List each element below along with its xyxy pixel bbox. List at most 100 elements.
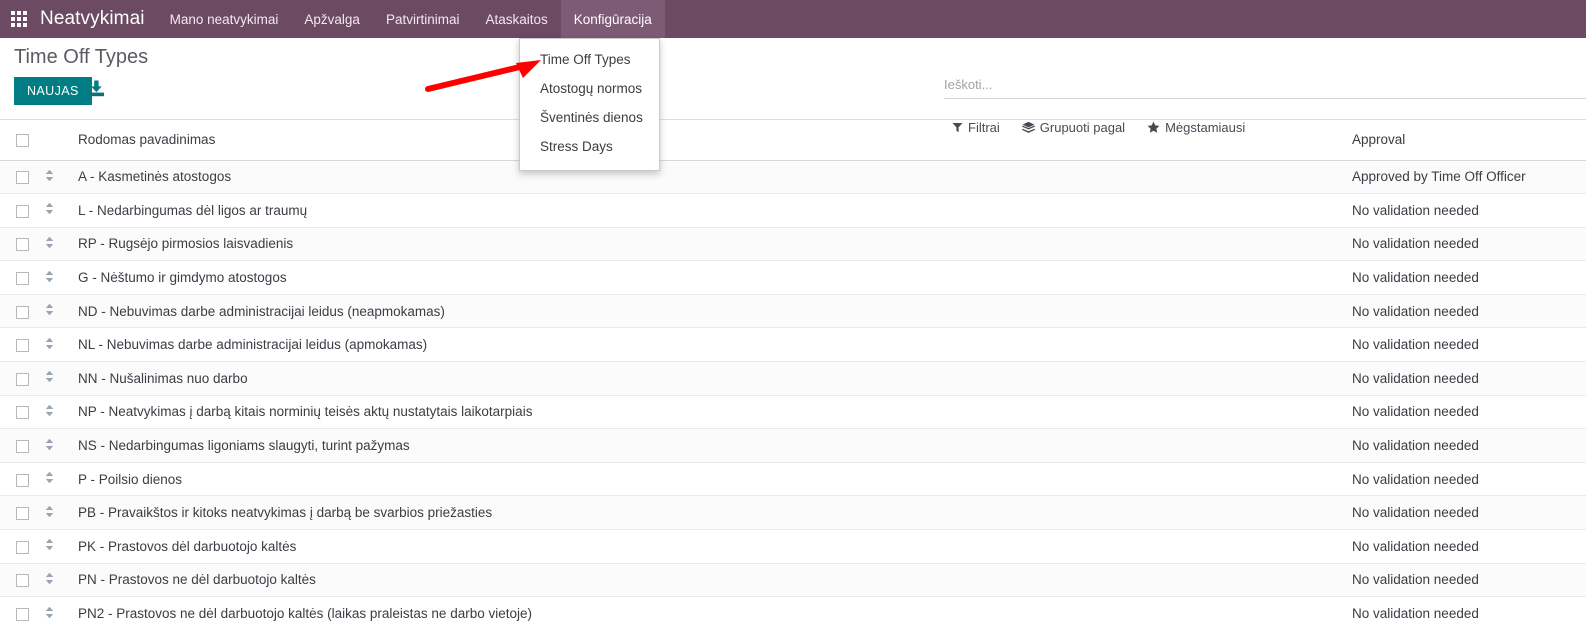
row-checkbox[interactable] — [16, 574, 29, 588]
row-approval-cell: No validation needed — [1352, 438, 1479, 454]
row-name-cell: L - Nedarbingumas dėl ligos ar traumų — [78, 202, 308, 218]
nav-item-reporting[interactable]: Ataskaitos — [472, 0, 560, 38]
new-record-button[interactable]: NAUJAS — [14, 77, 92, 105]
drag-handle-icon[interactable] — [44, 572, 55, 585]
row-approval-cell: No validation needed — [1352, 337, 1479, 353]
drag-handle-icon[interactable] — [44, 538, 55, 551]
row-name-cell: PK - Prastovos dėl darbuotojo kaltės — [78, 538, 297, 554]
row-approval-cell: No validation needed — [1352, 606, 1479, 622]
row-approval-cell: No validation needed — [1352, 303, 1479, 319]
row-checkbox[interactable] — [16, 238, 29, 252]
table-row[interactable]: NN - Nušalinimas nuo darbo No validation … — [0, 361, 1586, 396]
row-select-cell — [0, 261, 44, 295]
drag-handle-icon[interactable] — [44, 169, 55, 182]
table-row[interactable]: P - Poilsio dienos No validation needed — [0, 462, 1586, 496]
table-row[interactable]: PB - Pravaikštos ir kitoks neatvykimas į… — [0, 495, 1586, 530]
app-brand-title[interactable]: Neatvykimai — [38, 0, 157, 38]
row-checkbox[interactable] — [16, 473, 29, 487]
page-title: Time Off Types — [14, 46, 149, 68]
row-name-cell: PN - Prastovos ne dėl darbuotojo kaltės — [78, 572, 316, 588]
drag-handle-icon[interactable] — [44, 270, 55, 283]
row-approval-cell: No validation needed — [1352, 236, 1479, 252]
records-table: Rodomas pavadinimas Approval A - Kasmeti… — [0, 120, 1586, 623]
drag-handle-icon[interactable] — [44, 606, 55, 619]
table-row[interactable]: A - Kasmetinės atostogos Approved by Time… — [0, 160, 1586, 194]
row-approval-cell: No validation needed — [1352, 538, 1479, 554]
drag-handle-icon[interactable] — [44, 202, 55, 215]
table-head: Rodomas pavadinimas Approval — [0, 120, 1586, 160]
table-row[interactable]: RP - Rugsėjo pirmosios laisvadienis No va… — [0, 227, 1586, 261]
drag-handle-icon[interactable] — [44, 505, 55, 518]
row-drag-handle-cell — [44, 261, 72, 295]
menu-item-time-off-types[interactable]: Time Off Types — [520, 46, 659, 75]
menu-item-public-holidays[interactable]: Šventinės dienos — [520, 104, 659, 133]
row-name-cell: P - Poilsio dienos — [78, 471, 183, 487]
nav-item-my-time-off[interactable]: Mano neatvykimai — [157, 0, 292, 38]
row-drag-handle-cell — [44, 462, 72, 496]
row-checkbox[interactable] — [16, 540, 29, 554]
row-select-cell — [0, 294, 44, 328]
nav-item-overview[interactable]: Apžvalga — [291, 0, 373, 38]
row-drag-handle-cell — [44, 362, 72, 396]
row-approval-cell: No validation needed — [1352, 202, 1479, 218]
table-row[interactable]: PK - Prastovos dėl darbuotojo kaltės No v… — [0, 530, 1586, 564]
nav-item-configuration[interactable]: Konfigūracija — [560, 0, 665, 38]
select-all-checkbox[interactable] — [16, 134, 29, 148]
row-checkbox[interactable] — [16, 171, 29, 185]
row-approval-cell: No validation needed — [1352, 404, 1479, 420]
handle-header — [44, 120, 72, 160]
row-name-cell: ND - Nebuvimas darbe administracijai lei… — [78, 303, 445, 319]
column-header-approval[interactable]: Approval — [1340, 120, 1586, 160]
configuration-dropdown-menu: Time Off Types Atostogų normos Šventinės… — [519, 38, 660, 171]
row-checkbox[interactable] — [16, 339, 29, 353]
row-checkbox[interactable] — [16, 204, 29, 218]
table-row[interactable]: G - Nėštumo ir gimdymo atostogos No valid… — [0, 261, 1586, 295]
drag-handle-icon[interactable] — [44, 337, 55, 350]
row-checkbox[interactable] — [16, 607, 29, 621]
table-row[interactable]: PN2 - Prastovos ne dėl darbuotojo kaltės… — [0, 597, 1586, 623]
row-drag-handle-cell — [44, 597, 72, 623]
table-row[interactable]: ND - Nebuvimas darbe administracijai lei… — [0, 294, 1586, 328]
row-checkbox[interactable] — [16, 372, 29, 386]
row-drag-handle-cell — [44, 429, 72, 463]
row-name-cell: PN2 - Prastovos ne dėl darbuotojo kaltės… — [78, 606, 532, 622]
row-approval-cell: Approved by Time Off Officer — [1352, 169, 1526, 185]
row-checkbox[interactable] — [16, 305, 29, 319]
table-row[interactable]: NP - Neatvykimas į darbą kitais norminių… — [0, 395, 1586, 429]
row-approval-cell: No validation needed — [1352, 505, 1479, 521]
drag-handle-icon[interactable] — [44, 370, 55, 383]
menu-item-accrual-plans[interactable]: Atostogų normos — [520, 75, 659, 104]
table-row[interactable]: NL - Nebuvimas darbe administracijai lei… — [0, 328, 1586, 362]
top-navbar: Neatvykimai Mano neatvykimai Apžvalga Pa… — [0, 0, 1586, 38]
drag-handle-icon[interactable] — [44, 471, 55, 484]
row-checkbox[interactable] — [16, 406, 29, 420]
row-name-cell: PB - Pravaikštos ir kitoks neatvykimas į… — [78, 505, 493, 521]
row-drag-handle-cell — [44, 194, 72, 228]
row-checkbox[interactable] — [16, 272, 29, 286]
apps-menu-button[interactable] — [0, 0, 38, 38]
table-header-row: Rodomas pavadinimas Approval — [0, 120, 1586, 160]
table-row[interactable]: L - Nedarbingumas dėl ligos ar traumų No … — [0, 194, 1586, 228]
drag-handle-icon[interactable] — [44, 236, 55, 249]
row-checkbox[interactable] — [16, 507, 29, 521]
nav-item-approvals[interactable]: Patvirtinimai — [373, 0, 473, 38]
drag-handle-icon[interactable] — [44, 303, 55, 316]
row-drag-handle-cell — [44, 395, 72, 429]
import-download-icon[interactable] — [88, 80, 105, 102]
drag-handle-icon[interactable] — [44, 404, 55, 417]
row-drag-handle-cell — [44, 328, 72, 362]
row-checkbox[interactable] — [16, 439, 29, 453]
row-drag-handle-cell — [44, 496, 72, 530]
row-select-cell — [0, 496, 44, 530]
menu-item-stress-days[interactable]: Stress Days — [520, 133, 659, 162]
row-select-cell — [0, 160, 44, 194]
drag-handle-icon[interactable] — [44, 438, 55, 451]
row-drag-handle-cell — [44, 160, 72, 194]
table-row[interactable]: NS - Nedarbingumas ligoniams slaugyti, t… — [0, 428, 1586, 463]
row-drag-handle-cell — [44, 227, 72, 261]
table-row[interactable]: PN - Prastovos ne dėl darbuotojo kaltės N… — [0, 563, 1586, 597]
row-select-cell — [0, 429, 44, 463]
search-input[interactable] — [944, 77, 1586, 95]
row-name-cell: NL - Nebuvimas darbe administracijai lei… — [78, 337, 428, 353]
column-header-name[interactable]: Rodomas pavadinimas — [72, 120, 1340, 160]
